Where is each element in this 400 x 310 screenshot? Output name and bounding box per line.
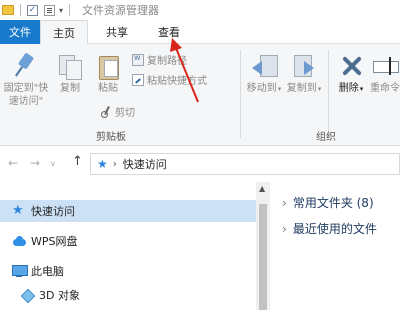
ribbon-panel: 固定到"快 速访问" 复制 粘贴 复制路径 粘贴快捷方式 剪切 剪贴板 移动到▾…	[0, 44, 400, 146]
paste-shortcut-button[interactable]: 粘贴快捷方式	[132, 72, 207, 87]
rename-icon	[371, 52, 399, 80]
rename-label: 重命令	[370, 83, 400, 94]
paste-shortcut-label: 粘贴快捷方式	[147, 76, 207, 87]
folder-icon	[2, 5, 14, 15]
section-frequent-folders[interactable]: › 常用文件夹 (8)	[270, 194, 374, 211]
nav-item-label: WPS网盘	[31, 235, 78, 248]
copy-path-icon	[132, 53, 144, 66]
nav-item-this-pc[interactable]: 此电脑	[0, 260, 256, 282]
cut-button[interactable]: 剪切	[100, 104, 135, 119]
delete-icon	[337, 52, 365, 80]
nav-pane-scrollbar[interactable]: ▲	[256, 182, 270, 310]
cut-label: 剪切	[115, 108, 135, 119]
clipboard-group-label: 剪贴板	[96, 132, 126, 143]
copy-to-label: 复制到▾	[286, 83, 322, 94]
shortcut-icon	[132, 73, 144, 86]
tab-file[interactable]: 文件	[0, 20, 40, 44]
scissors-icon	[100, 106, 112, 118]
move-to-icon	[250, 52, 278, 80]
breadcrumb-current[interactable]: 快速访问	[123, 156, 167, 172]
section-recent-files[interactable]: › 最近使用的文件	[270, 220, 377, 237]
copy-path-label: 复制路径	[147, 56, 187, 67]
copy-icon	[56, 52, 84, 80]
delete-label: 删除▾	[338, 83, 364, 94]
scrollbar-thumb[interactable]	[259, 204, 267, 310]
nav-item-wps-cloud[interactable]: WPS网盘	[0, 230, 256, 252]
ribbon-tabs: 文件 主页 共享 查看	[0, 20, 400, 44]
quick-access-star-icon: ★	[97, 157, 108, 171]
section-label: 最近使用的文件	[292, 222, 377, 236]
recent-locations-chevron-icon[interactable]: ∨	[50, 159, 56, 168]
forward-arrow-icon[interactable]: →	[30, 156, 40, 170]
group-separator	[328, 50, 329, 138]
tab-home[interactable]: 主页	[40, 20, 88, 44]
address-bar-row: ← → ∨ ↑ ★ › 快速访问	[0, 146, 400, 182]
section-label: 常用文件夹 (8)	[292, 196, 374, 210]
paste-button[interactable]: 粘贴	[90, 52, 126, 95]
pin-icon	[12, 52, 40, 80]
nav-item-label: 3D 对象	[39, 289, 80, 302]
chevron-right-icon[interactable]: ›	[282, 196, 287, 210]
tab-view[interactable]: 查看	[148, 20, 190, 44]
pin-to-quick-access-button[interactable]: 固定到"快 速访问"	[0, 52, 52, 108]
rename-button[interactable]: 重命令	[370, 52, 400, 95]
up-arrow-icon[interactable]: ↑	[72, 154, 83, 169]
copy-path-button[interactable]: 复制路径	[132, 52, 187, 67]
paste-icon	[94, 52, 122, 80]
nav-item-3d-objects[interactable]: 3D 对象	[0, 284, 256, 306]
computer-icon	[12, 264, 28, 278]
cloud-icon	[12, 234, 26, 248]
pin-label-line1: 固定到"快	[3, 83, 49, 94]
scroll-up-icon[interactable]: ▲	[259, 184, 265, 193]
move-to-label: 移动到▾	[246, 83, 282, 94]
title-bar: ✓ ▾ 文件资源管理器	[0, 0, 400, 20]
delete-button[interactable]: 删除▾	[334, 52, 368, 96]
title-separator	[20, 4, 21, 16]
nav-item-label: 快速访问	[31, 205, 75, 218]
tab-share[interactable]: 共享	[96, 20, 138, 44]
copy-to-button[interactable]: 复制到▾	[284, 52, 324, 96]
chevron-down-icon[interactable]: ▾	[59, 6, 63, 15]
window-title: 文件资源管理器	[82, 4, 160, 17]
copy-to-icon	[290, 52, 318, 80]
copy-button[interactable]: 复制	[52, 52, 88, 95]
star-icon: ★	[12, 203, 24, 218]
paste-label: 粘贴	[98, 83, 118, 94]
navigation-pane: ★ 快速访问 WPS网盘 此电脑 3D 对象	[0, 182, 256, 310]
cube-icon	[20, 288, 34, 302]
pin-label-line2: 速访问"	[8, 96, 44, 107]
move-to-button[interactable]: 移动到▾	[244, 52, 284, 96]
title-separator	[69, 4, 71, 16]
nav-item-label: 此电脑	[31, 265, 64, 278]
group-separator	[240, 50, 241, 138]
address-input[interactable]: ★ › 快速访问	[90, 153, 400, 175]
chevron-right-icon[interactable]: ›	[282, 222, 287, 236]
content-pane: › 常用文件夹 (8) › 最近使用的文件	[270, 182, 400, 310]
properties-checkbox-icon[interactable]: ✓	[27, 4, 38, 16]
breadcrumb-chevron-icon[interactable]: ›	[113, 159, 117, 170]
organize-group-label: 组织	[316, 132, 336, 143]
back-arrow-icon[interactable]: ←	[8, 156, 18, 170]
nav-item-quick-access[interactable]: ★ 快速访问	[0, 200, 256, 222]
quick-access-toolbar-icon[interactable]	[44, 4, 55, 16]
copy-label: 复制	[60, 83, 80, 94]
